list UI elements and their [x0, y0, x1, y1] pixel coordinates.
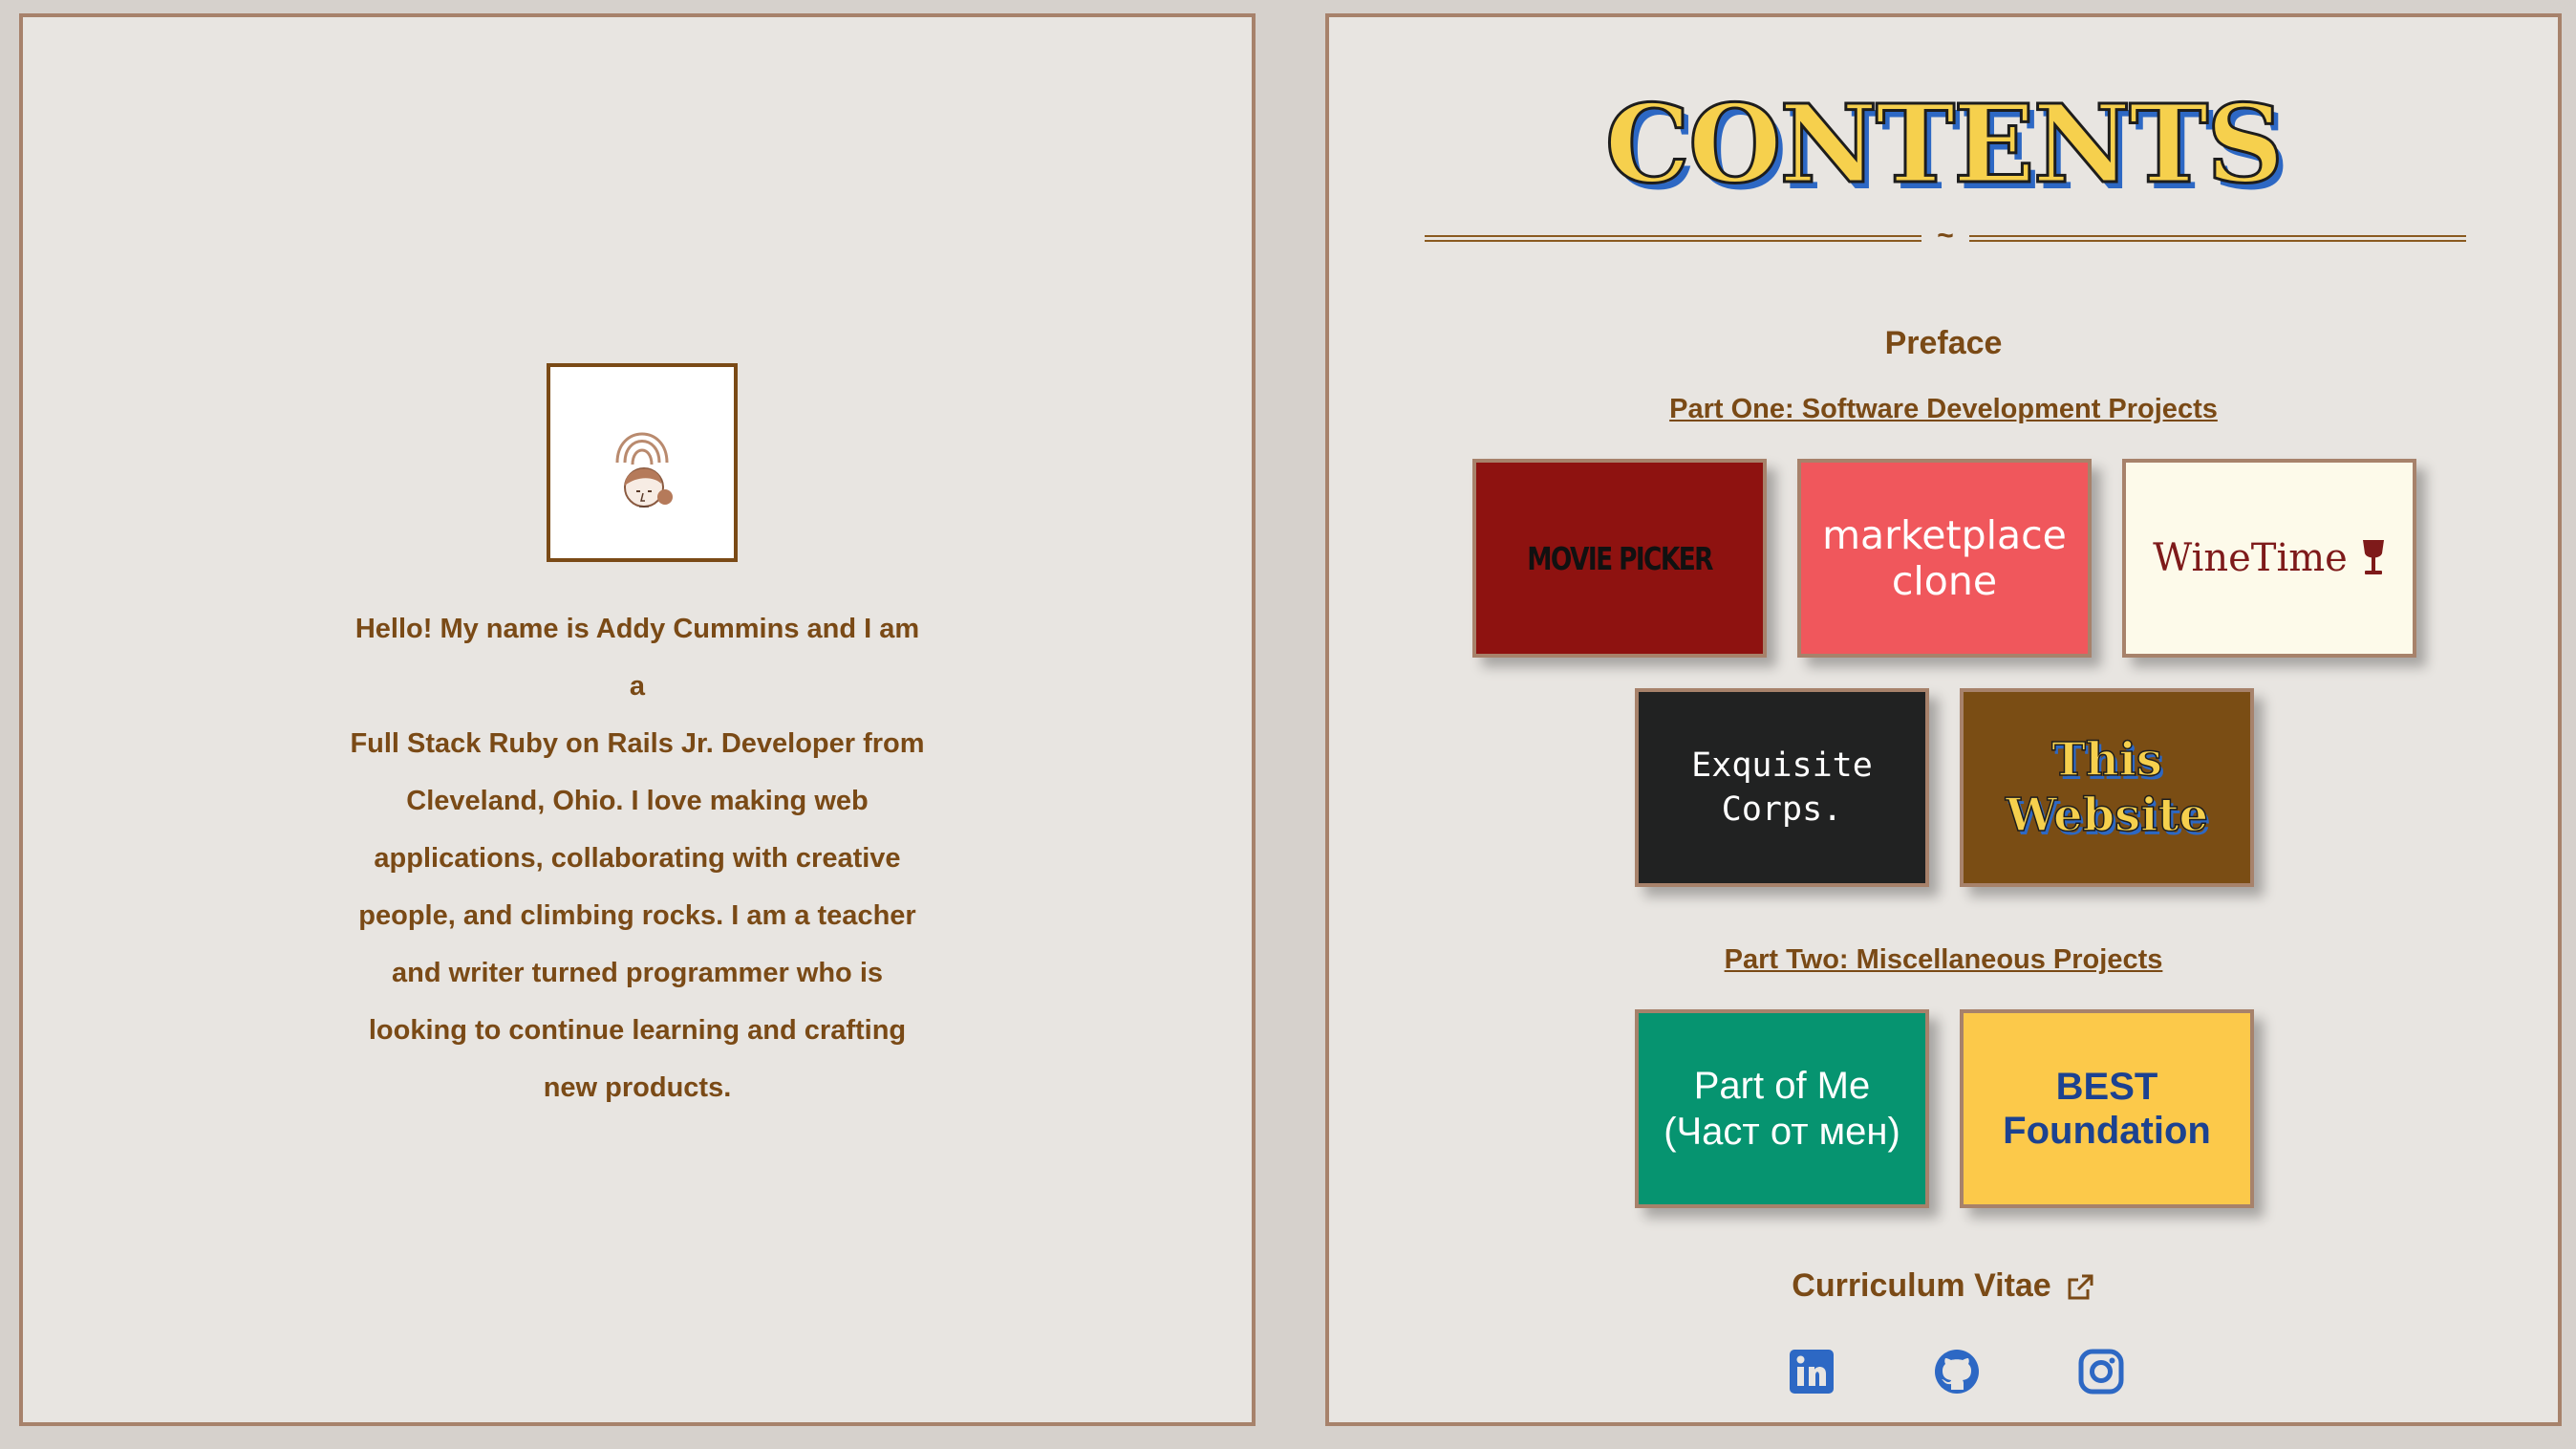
divider-left	[1425, 235, 1921, 242]
best-foundation-label: BEST Foundation	[2003, 1065, 2211, 1153]
marketplace-line: marketplace	[1822, 512, 2067, 558]
preface-link[interactable]: Preface	[1329, 325, 2558, 362]
bio-line: people, and climbing rocks. I am a teach…	[358, 900, 916, 931]
bio-line: Full Stack Ruby on Rails Jr. Developer f…	[350, 728, 925, 759]
bio-line: looking to continue learning and craftin…	[368, 1015, 907, 1046]
exquisite-corps-card[interactable]: Exquisite Corps.	[1635, 688, 1929, 887]
website-line: This	[2050, 732, 2162, 788]
movie-picker-card[interactable]: MOVIE PICKER	[1472, 459, 1767, 658]
avatar	[547, 363, 738, 562]
part-two-link[interactable]: Part Two: Miscellaneous Projects	[1329, 944, 2558, 976]
best-line: Foundation	[2003, 1110, 2211, 1152]
part-of-me-label: Part of Me (Част от мен)	[1664, 1063, 1900, 1155]
part-of-me-line: Part of Me	[1693, 1065, 1871, 1107]
part-of-me-card[interactable]: Part of Me (Част от мен)	[1635, 1009, 1929, 1208]
external-link-icon	[2068, 1274, 2093, 1300]
bio-line: applications, collaborating with creativ…	[374, 843, 901, 874]
divider-tilde: ~	[1937, 220, 1954, 251]
wine-glass-icon	[2362, 540, 2384, 574]
this-website-card[interactable]: This Website	[1960, 688, 2254, 887]
marketplace-clone-card[interactable]: marketplace clone	[1797, 459, 2092, 658]
exquisite-line: Corps.	[1721, 790, 1843, 829]
face-illustration-icon	[615, 432, 673, 508]
this-website-label: This Website	[2005, 732, 2209, 843]
bio-line: Hello! My name is Addy Cummins and I am …	[354, 614, 920, 702]
page-title: CONTENTS	[1603, 82, 2285, 207]
exquisite-line: Exquisite	[1691, 746, 1873, 785]
marketplace-line: clone	[1891, 558, 1998, 604]
part-one-link[interactable]: Part One: Software Development Projects	[1329, 394, 2558, 425]
divider-right	[1969, 235, 2466, 242]
right-page: CONTENTS ~ Preface Part One: Software De…	[1325, 13, 2562, 1426]
winetime-label: WineTime	[2153, 536, 2386, 580]
curriculum-vitae-link[interactable]: Curriculum Vitae	[1329, 1267, 2558, 1305]
website-line: Website	[2005, 788, 2209, 843]
github-icon[interactable]	[1933, 1348, 1981, 1395]
marketplace-clone-label: marketplace clone	[1822, 512, 2067, 604]
instagram-icon[interactable]	[2077, 1348, 2125, 1395]
best-foundation-card[interactable]: BEST Foundation	[1960, 1009, 2254, 1208]
part-of-me-line: (Част от мен)	[1664, 1111, 1900, 1153]
bio-line: and writer turned programmer who is	[391, 958, 884, 988]
bio-text: Hello! My name is Addy Cummins and I am …	[348, 600, 927, 1116]
bio-line: Cleveland, Ohio. I love making web	[406, 786, 869, 816]
exquisite-corps-label: Exquisite Corps.	[1691, 744, 1873, 832]
movie-picker-label: MOVIE PICKER	[1527, 539, 1713, 577]
left-page: Hello! My name is Addy Cummins and I am …	[19, 13, 1256, 1426]
winetime-card[interactable]: WineTime	[2122, 459, 2416, 658]
linkedin-icon[interactable]	[1788, 1348, 1835, 1395]
cv-label: Curriculum Vitae	[1792, 1267, 2051, 1304]
best-line: BEST	[2055, 1066, 2158, 1108]
winetime-text: WineTime	[2153, 536, 2348, 580]
bio-line: new products.	[543, 1072, 732, 1103]
